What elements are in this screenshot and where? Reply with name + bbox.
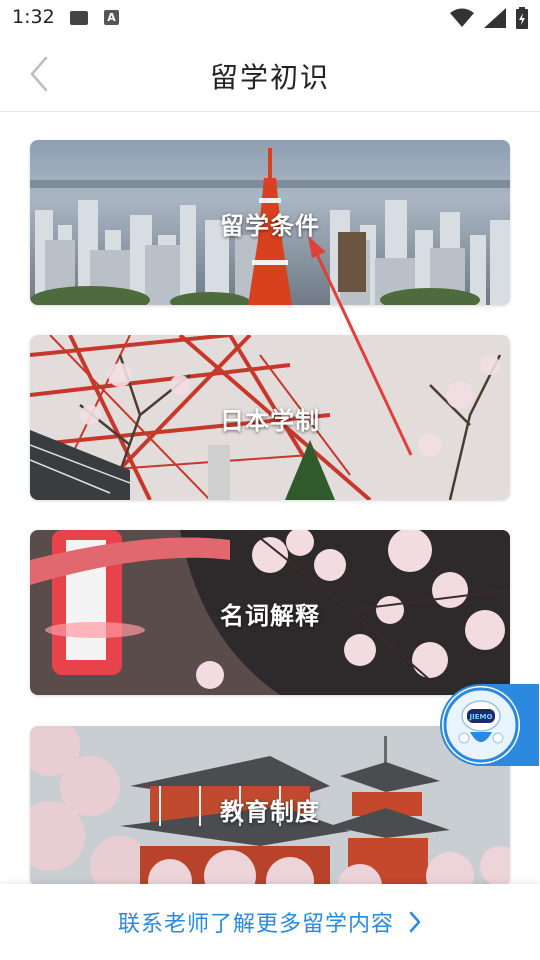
assistant-avatar-frame: JIEMO — [442, 686, 520, 764]
a-icon: A — [104, 10, 119, 25]
status-bar: 1:32 A — [0, 0, 540, 36]
signal-icon — [484, 8, 506, 28]
status-right-icons — [450, 7, 528, 29]
image-icon — [70, 11, 88, 25]
battery-icon — [516, 7, 528, 29]
card-list: 留学条件 日本学制 名词解释 教育制度 — [0, 112, 540, 884]
status-time: 1:32 — [12, 6, 55, 28]
card-japan-school-system[interactable]: 日本学制 — [30, 335, 510, 500]
page-title: 留学初识 — [209, 61, 330, 94]
card-label: 留学条件 — [220, 212, 320, 240]
contact-teacher-button[interactable]: 联系老师了解更多留学内容 — [0, 884, 540, 960]
header: 留学初识 — [0, 36, 540, 112]
assistant-badge-text: JIEMO — [469, 713, 493, 721]
card-education-system[interactable]: 教育制度 — [30, 726, 510, 884]
robot-avatar-icon: JIEMO — [443, 687, 519, 763]
card-label: 教育制度 — [220, 798, 320, 826]
chevron-right-icon — [409, 911, 421, 933]
wifi-icon — [450, 8, 474, 27]
contact-teacher-label: 联系老师了解更多留学内容 — [117, 912, 394, 937]
floating-assistant-button[interactable]: JIEMO — [440, 684, 539, 766]
card-label: 名词解释 — [220, 602, 320, 630]
card-label: 日本学制 — [220, 407, 320, 435]
card-study-conditions[interactable]: 留学条件 — [30, 140, 510, 305]
card-terms-explanation[interactable]: 名词解释 — [30, 530, 510, 695]
